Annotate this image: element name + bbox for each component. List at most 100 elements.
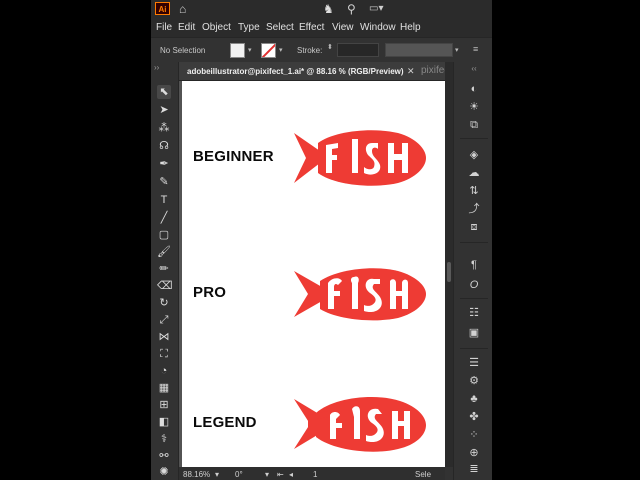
libraries-panel-icon[interactable]: ☁ [467,166,481,180]
stroke-swatch[interactable] [261,43,276,58]
free-transform-tool-icon[interactable]: ⛶ [157,347,171,361]
symbol-sprayer-tool-icon[interactable]: ✺ [157,465,171,479]
color-guide-icon[interactable]: ☀ [467,100,481,114]
window-arrange-icon[interactable]: ▭▾ [369,2,383,16]
control-bar: No Selection ▾ ▾ Stroke: ⬍ ▾ ≡ [151,37,492,63]
fish-logo-beginner[interactable] [294,129,426,187]
menu-window[interactable]: Window [360,22,396,33]
variable-width-field[interactable] [385,43,453,57]
properties-panel-icon[interactable]: ☷ [467,306,481,320]
fish-logo-pro[interactable] [294,265,426,323]
stroke-stepper-icon[interactable]: ⬍ [327,43,333,51]
gradient-tool-icon[interactable]: ◧ [157,415,171,429]
tools-panel: ›› ⬉ ➤ ⁂ ☊ ✒ ✎ T ╱ ▢ 🖌 ✏ ⌫ ↻ ⤢ ⋈ ⛶ ◔ ▦ ⊞… [151,62,179,480]
menu-effect[interactable]: Effect [299,22,324,33]
export-icon[interactable]: ⤴ [467,202,481,216]
symbols-panel-icon[interactable]: ✤ [467,410,481,424]
paragraph-panel-icon[interactable]: ¶ [467,258,481,272]
zoom-dropdown-icon[interactable]: ▾ [215,470,219,479]
app-title-bar: Ai ⌂ ♞ ⚲ ▭▾ [151,0,492,18]
panel-separator [460,348,488,349]
mesh-tool-icon[interactable]: ⊞ [157,398,171,412]
close-icon[interactable]: ✕ [407,66,415,77]
collapse-panels-icon[interactable]: ‹‹ [467,62,481,76]
graphic-styles-icon[interactable]: ⁘ [467,428,481,442]
line-tool-icon[interactable]: ╱ [157,211,171,225]
eraser-tool-icon[interactable]: ⌫ [157,279,173,293]
direct-selection-tool-icon[interactable]: ➤ [157,103,171,117]
paintbrush-tool-icon[interactable]: 🖌 [157,245,171,259]
menu-help[interactable]: Help [400,22,421,33]
pencil-tool-icon[interactable]: ✏ [157,262,171,276]
eyedropper-tool-icon[interactable]: ⚕ [157,432,171,446]
rotation-dropdown-icon[interactable]: ▾ [265,470,269,479]
menu-file[interactable]: File [156,22,172,33]
panel-menu-icon[interactable]: ≡ [473,44,478,54]
menu-type[interactable]: Type [238,22,260,33]
shape-builder-tool-icon[interactable]: ◔ [157,364,171,378]
document-tab[interactable]: adobeillustrator@pixifect_1.ai* @ 88.16 … [179,62,452,81]
previous-artboard-icon[interactable]: ◂ [289,470,293,479]
fill-swatch[interactable] [230,43,245,58]
scrollbar-thumb[interactable] [447,262,451,282]
rotate-tool-icon[interactable]: ↻ [157,296,171,310]
variable-width-dropdown-icon[interactable]: ▾ [455,46,459,54]
panel-separator [460,298,488,299]
perspective-grid-tool-icon[interactable]: ▦ [157,381,171,395]
panel-separator [460,138,488,139]
artboard-number[interactable]: 1 [313,470,317,479]
brushes-panel-icon[interactable]: ♣ [467,392,481,406]
asset-export-icon[interactable]: ⇅ [467,184,481,198]
panel-separator [460,242,488,243]
width-tool-icon[interactable]: ⋈ [157,330,171,344]
vertical-scrollbar[interactable] [445,62,453,467]
document-tab-title: adobeillustrator@pixifect_1.ai* @ 88.16 … [187,67,404,76]
artboard[interactable]: BEGINNER PRO LEGEND [182,81,445,467]
menu-edit[interactable]: Edit [178,22,195,33]
layers-panel-icon[interactable]: ◈ [467,148,481,162]
curvature-tool-icon[interactable]: ✎ [157,175,171,189]
current-tool-label: Sele [415,470,432,479]
opentype-panel-icon[interactable]: O [467,278,481,292]
level-label-legend: LEGEND [193,414,257,431]
scale-tool-icon[interactable]: ⤢ [157,313,171,327]
artboards-panel-icon[interactable]: ⧈ [467,220,481,234]
menu-bar: File Edit Object Type Select Effect View… [151,18,492,37]
blend-tool-icon[interactable]: ⚯ [157,449,171,463]
stroke-label: Stroke: [297,46,323,55]
stroke-weight-field[interactable] [337,43,379,57]
zoom-level[interactable]: 88.16% [183,470,210,479]
transform-panel-icon[interactable]: ▣ [467,326,481,340]
magic-wand-tool-icon[interactable]: ⁂ [157,121,171,135]
stroke-dropdown-icon[interactable]: ▾ [279,46,283,54]
pen-tool-icon[interactable]: ✒ [157,157,171,171]
menu-select[interactable]: Select [266,22,294,33]
type-tool-icon[interactable]: T [157,193,171,207]
illustrator-logo: Ai [155,2,170,15]
level-label-beginner: BEGINNER [193,148,274,165]
rectangle-tool-icon[interactable]: ▢ [157,228,171,242]
lasso-tool-icon[interactable]: ☊ [157,139,171,153]
level-label-pro: PRO [193,284,227,301]
fill-dropdown-icon[interactable]: ▾ [248,46,252,54]
selection-status: No Selection [160,46,206,55]
menu-object[interactable]: Object [202,22,231,33]
fish-logo-legend[interactable] [294,395,426,453]
collapse-toolbar-icon[interactable]: ›› [154,63,159,72]
appearance-panel-icon[interactable]: ⚙ [467,374,481,388]
stroke-panel-icon[interactable]: ≣ [467,462,481,476]
home-icon[interactable]: ⌂ [179,2,186,16]
selection-tool-icon[interactable]: ⬉ [157,85,171,99]
color-panel-icon[interactable]: ◐ [467,82,481,96]
search-icon[interactable]: ⚲ [347,2,356,16]
canvas-area[interactable]: BEGINNER PRO LEGEND [179,81,445,467]
swatches-panel-icon[interactable]: ⧉ [467,118,481,132]
menu-view[interactable]: View [332,22,354,33]
first-artboard-icon[interactable]: ⇤ [277,470,284,479]
panels-dock: ‹‹ ◐ ☀ ⧉ ◈ ☁ ⇅ ⤴ ⧈ ¶ O ☷ ▣ ☰ ⚙ ♣ ✤ ⁘ ⊕ ≣ [453,62,492,480]
status-bar: 88.16% ▾ 0° ▾ ⇤ ◂ 1 Sele [179,467,445,480]
pathfinder-panel-icon[interactable]: ⊕ [467,446,481,460]
share-icon[interactable]: ♞ [323,2,334,16]
rotation-value[interactable]: 0° [235,470,243,479]
align-panel-icon[interactable]: ☰ [467,356,481,370]
